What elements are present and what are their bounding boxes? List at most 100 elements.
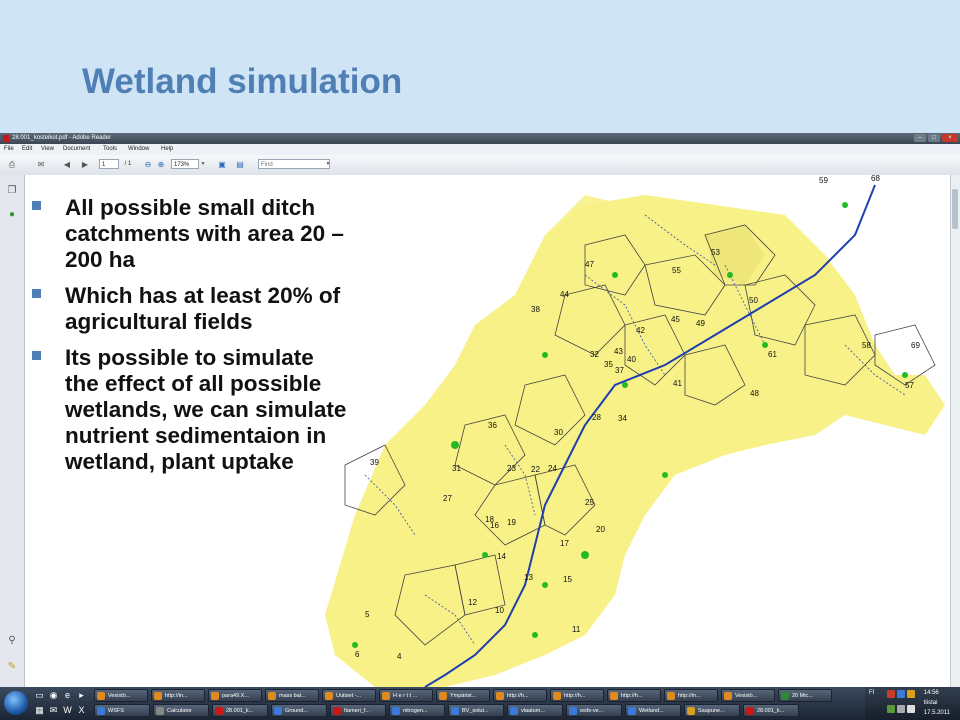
media-quicklaunch-icon[interactable]: ▸	[76, 690, 87, 701]
menu-file[interactable]: File	[4, 144, 14, 155]
bullet-text: Which has at least 20% of agricultural f…	[65, 283, 341, 334]
excel-quicklaunch-icon[interactable]: X	[76, 705, 87, 716]
minimize-button[interactable]: –	[914, 134, 926, 142]
taskbar-button[interactable]: para49.X...	[208, 689, 262, 702]
slide-bullets: All possible small ditch catchments with…	[32, 195, 352, 485]
tray-icon[interactable]	[887, 690, 895, 698]
toolbar: ⎙ ✉ ◀ ▶ 1 / 1 ⊖ ⊕ 173% ▼ ▣ ▤ Find ▼	[0, 155, 960, 176]
taskbar-button[interactable]: http://in...	[664, 689, 718, 702]
taskbar-button[interactable]: http://in...	[151, 689, 205, 702]
fit-width-icon[interactable]: ▤	[234, 159, 246, 170]
outlook-quicklaunch-icon[interactable]: ✉	[48, 705, 59, 716]
taskbar-button[interactable]: wsfs-ve...	[566, 704, 622, 717]
tray-icon[interactable]	[907, 690, 915, 698]
taskbar-button[interactable]: H e r t t ...	[379, 689, 433, 702]
zoom-in-icon[interactable]: ⊕	[156, 159, 166, 170]
taskbar-button[interactable]: 28.001_k...	[743, 704, 799, 717]
explorer-quicklaunch-icon[interactable]: ▦	[34, 705, 45, 716]
scrollbar-thumb[interactable]	[952, 189, 958, 229]
taskbar-button-label: 28.001_k...	[757, 708, 785, 714]
taskbar-button-label: http://h...	[507, 693, 529, 699]
tray-icon[interactable]	[897, 690, 905, 698]
comments-icon[interactable]: ✎	[6, 661, 18, 673]
taskbar-button[interactable]: WSFS	[94, 704, 150, 717]
network-icon[interactable]	[897, 705, 905, 713]
vertical-scrollbar[interactable]	[950, 175, 960, 687]
app-icon	[97, 692, 105, 700]
taskbar-button[interactable]: Uutiset -...	[322, 689, 376, 702]
taskbar-button[interactable]: BV_solut...	[448, 704, 504, 717]
attachment-icon[interactable]: ⚲	[6, 635, 18, 647]
menu-help[interactable]: Help	[161, 144, 173, 155]
app-icon	[569, 707, 577, 715]
language-indicator[interactable]: FI	[869, 690, 874, 696]
menu-tools[interactable]: Tools	[103, 144, 117, 155]
zoom-input[interactable]: 173%	[171, 159, 199, 169]
pages-icon[interactable]: ❐	[6, 185, 18, 197]
taskbar-button[interactable]: Itameri_f...	[330, 704, 386, 717]
agricultural-fields	[325, 195, 945, 687]
page-number-input[interactable]: 1	[99, 159, 119, 169]
volume-icon[interactable]	[907, 705, 915, 713]
taskbar-button-label: BV_solut...	[462, 708, 489, 714]
taskbar-button[interactable]: nitrogen...	[389, 704, 445, 717]
app-icon	[268, 692, 276, 700]
catchment-label: 68	[871, 175, 880, 183]
zoom-out-icon[interactable]: ⊖	[143, 159, 153, 170]
taskbar-button[interactable]: Wetland...	[625, 704, 681, 717]
menu-window[interactable]: Window	[128, 144, 149, 155]
word-quicklaunch-icon[interactable]: W	[62, 705, 73, 716]
app-icon	[451, 707, 459, 715]
fit-page-icon[interactable]: ▣	[216, 159, 228, 170]
taskbar-button[interactable]: 20 Mic...	[778, 689, 832, 702]
taskbar-button[interactable]: 28.001_k...	[212, 704, 268, 717]
taskbar-button-label: Wetland...	[639, 708, 664, 714]
catchment-label: 49	[696, 319, 705, 328]
catchment-label: 48	[750, 389, 759, 398]
taskbar-button[interactable]: Calculator	[153, 704, 209, 717]
next-page-icon[interactable]: ▶	[80, 159, 90, 170]
taskbar-button-label: vlaatum...	[521, 708, 545, 714]
firefox-quicklaunch-icon[interactable]: ◉	[48, 690, 59, 701]
taskbar-button[interactable]: Saapune...	[684, 704, 740, 717]
find-dropdown-icon[interactable]: ▼	[324, 159, 332, 170]
catchment-label: 10	[495, 606, 504, 615]
taskbar-button[interactable]: Vesistö...	[721, 689, 775, 702]
show-desktop-icon[interactable]: ▭	[34, 690, 45, 701]
app-icon	[211, 692, 219, 700]
navigation-sidebar: ❐ ● ⚲ ✎	[0, 175, 25, 687]
taskbar-button[interactable]: Vesistö...	[94, 689, 148, 702]
menu-view[interactable]: View	[41, 144, 54, 155]
taskbar-button[interactable]: http://h...	[493, 689, 547, 702]
help-icon[interactable]: ●	[6, 209, 18, 221]
taskbar-button[interactable]: mass bal...	[265, 689, 319, 702]
maximize-button[interactable]: □	[928, 134, 940, 142]
print-icon[interactable]: ⎙	[6, 159, 18, 170]
clock[interactable]: 14:56 tiistai 17.5.2011	[924, 688, 950, 718]
app-icon	[781, 692, 789, 700]
menu-document[interactable]: Document	[63, 144, 90, 155]
taskbar-button[interactable]: Ground...	[271, 704, 327, 717]
bullet-item: All possible small ditch catchments with…	[32, 195, 352, 273]
catchment-label: 24	[548, 464, 557, 473]
prev-page-icon[interactable]: ◀	[62, 159, 72, 170]
catchment-label: 32	[590, 350, 599, 359]
app-icon	[687, 707, 695, 715]
taskbar-button[interactable]: Ympärist...	[436, 689, 490, 702]
taskbar-button-label: mass bal...	[279, 693, 306, 699]
taskbar-button[interactable]: http://h...	[607, 689, 661, 702]
ie-quicklaunch-icon[interactable]: e	[62, 690, 73, 701]
start-button[interactable]	[4, 691, 28, 715]
catchment-label: 5	[365, 610, 370, 619]
taskbar-button[interactable]: http://h...	[550, 689, 604, 702]
close-button[interactable]: ×	[942, 134, 958, 142]
app-icon	[553, 692, 561, 700]
clock-time: 14:56	[923, 690, 939, 696]
catchment-label: 43	[614, 347, 623, 356]
tray-icon[interactable]	[887, 705, 895, 713]
find-input[interactable]: Find	[258, 159, 330, 169]
chevron-down-icon[interactable]: ▼	[199, 159, 207, 170]
menu-edit[interactable]: Edit	[22, 144, 32, 155]
share-icon[interactable]: ✉	[34, 159, 48, 170]
taskbar-button[interactable]: vlaatum...	[507, 704, 563, 717]
